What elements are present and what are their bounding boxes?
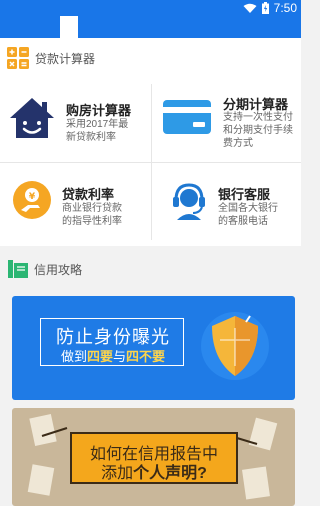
status-bar: 7:50 bbox=[0, 0, 301, 16]
credit-report-banner[interactable]: 如何在信用报告中 添加个人声明? bbox=[12, 408, 295, 506]
installment-calculator-desc-2: 和分期支付手续 bbox=[223, 125, 293, 136]
status-time: 7:50 bbox=[273, 1, 297, 15]
shield-icon bbox=[201, 312, 269, 380]
banner-subline-pre: 做到 bbox=[60, 349, 87, 364]
wifi-icon bbox=[243, 3, 257, 13]
banner-subline-mid: 与 bbox=[113, 349, 127, 364]
loan-rate-title: 贷款利率 bbox=[62, 187, 115, 202]
banner-subline-em2: 四不要 bbox=[126, 349, 166, 364]
status-icons: 7:50 bbox=[243, 1, 297, 15]
card-icon bbox=[163, 100, 211, 134]
loan-rate-desc-2: 的指导性利率 bbox=[62, 216, 122, 227]
loan-rate-desc-1: 商业银行贷款 bbox=[62, 203, 122, 214]
installment-calculator-desc-1: 支持一次性支付 bbox=[223, 112, 293, 123]
loan-rate-tile[interactable]: ¥ 贷款利率 商业银行贷款 的指导性利率 bbox=[0, 162, 150, 246]
section-label-calculators: 贷款计算器 bbox=[35, 51, 96, 66]
grid-divider-horizontal bbox=[0, 162, 301, 163]
battery-icon bbox=[261, 2, 269, 14]
house-icon bbox=[10, 98, 54, 138]
banner-text-box: 防止身份曝光 做到四要与四不要 bbox=[40, 318, 184, 366]
identity-protection-banner[interactable]: 防止身份曝光 做到四要与四不要 bbox=[12, 296, 295, 400]
banner2-line2-em: 个人声明? bbox=[133, 465, 207, 482]
bank-service-desc-1: 全国各大银行 bbox=[218, 203, 278, 214]
installment-calculator-desc-3: 费方式 bbox=[223, 138, 253, 149]
house-calculator-tile[interactable]: 购房计算器 采用2017年最 新贷款利率 bbox=[0, 78, 150, 162]
header-tab-indicator bbox=[60, 16, 78, 38]
banner2-line2-pre: 添加 bbox=[101, 465, 134, 482]
house-calculator-title: 购房计算器 bbox=[66, 103, 132, 118]
coin-hand-icon: ¥ bbox=[13, 181, 51, 219]
bank-service-desc-2: 的客服电话 bbox=[218, 216, 268, 227]
tool-grid: 购房计算器 采用2017年最 新贷款利率 分期计算器 支持一次性支付 和分期支付… bbox=[0, 78, 301, 246]
banner2-line2: 添加个人声明? bbox=[72, 459, 236, 483]
banner-subline-em1: 四要 bbox=[86, 349, 113, 364]
book-icon bbox=[8, 260, 28, 278]
section-label-credit: 信用攻略 bbox=[34, 262, 83, 277]
headset-icon bbox=[173, 183, 205, 220]
bank-service-title: 银行客服 bbox=[218, 187, 271, 202]
section-header-calculators: 贷款计算器 bbox=[0, 38, 301, 78]
bank-service-tile[interactable]: 银行客服 全国各大银行 的客服电话 bbox=[151, 162, 301, 246]
house-calculator-desc-1: 采用2017年最 bbox=[66, 119, 129, 130]
installment-calculator-tile[interactable]: 分期计算器 支持一次性支付 和分期支付手续 费方式 bbox=[151, 78, 301, 162]
banner-subline: 做到四要与四不要 bbox=[41, 346, 185, 365]
calculator-icon bbox=[7, 47, 29, 69]
banner-signboard: 如何在信用报告中 添加个人声明? bbox=[70, 432, 238, 484]
house-calculator-desc-2: 新贷款利率 bbox=[66, 132, 116, 143]
svg-text:¥: ¥ bbox=[29, 192, 36, 202]
app-header bbox=[0, 16, 301, 38]
section-header-credit: 信用攻略 bbox=[0, 250, 301, 288]
